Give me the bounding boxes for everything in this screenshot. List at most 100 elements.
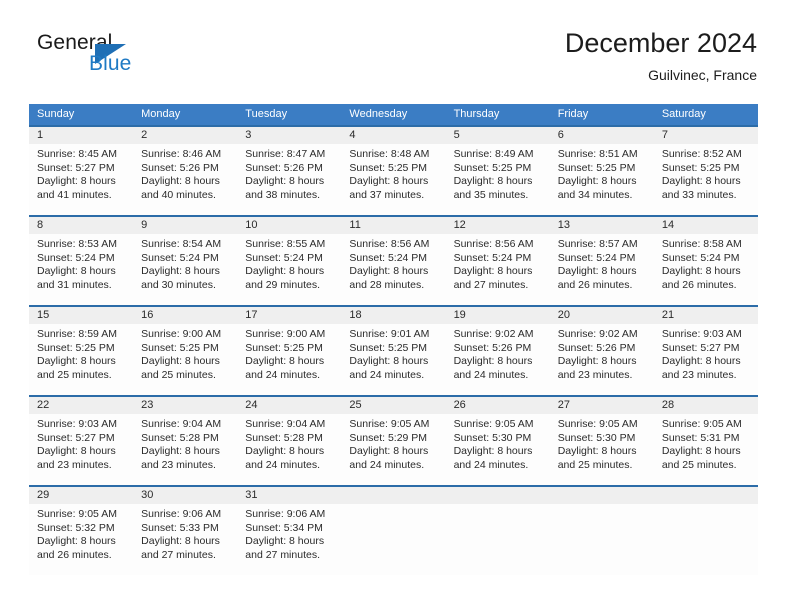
- sunrise-text: Sunrise: 9:04 AM: [245, 418, 326, 430]
- day-cell[interactable]: Sunrise: 9:05 AM Sunset: 5:29 PM Daylight:…: [341, 414, 445, 485]
- daylight-line1-text: Daylight: 8 hours: [245, 175, 325, 188]
- day-cell[interactable]: Sunrise: 9:02 AM Sunset: 5:26 PM Daylight:…: [446, 324, 550, 395]
- day-cell[interactable]: Sunrise: 8:59 AM Sunset: 5:25 PM Daylight:…: [29, 324, 133, 395]
- logo-text-blue: Blue: [89, 52, 132, 75]
- day-number[interactable]: 23: [133, 397, 237, 414]
- day-number[interactable]: 29: [29, 487, 133, 504]
- daylight-line1-text: Daylight: 8 hours: [245, 355, 325, 368]
- day-number[interactable]: 5: [446, 127, 550, 144]
- day-cell[interactable]: Sunrise: 8:53 AM Sunset: 5:24 PM Daylight:…: [29, 234, 133, 305]
- week-date-band: 15 16 17 18 19 20 21: [29, 307, 758, 324]
- daylight-line1-text: Daylight: 8 hours: [37, 355, 116, 368]
- day-number[interactable]: 11: [341, 217, 445, 234]
- day-cell[interactable]: Sunrise: 8:56 AM Sunset: 5:24 PM Daylight:…: [446, 234, 550, 305]
- day-cell[interactable]: Sunrise: 9:00 AM Sunset: 5:25 PM Daylight:…: [237, 324, 341, 395]
- daylight-line1-text: Daylight: 8 hours: [453, 355, 533, 368]
- day-cell[interactable]: Sunrise: 9:06 AM Sunset: 5:34 PM Daylight:…: [237, 504, 341, 575]
- day-number[interactable]: 31: [237, 487, 341, 504]
- day-cell[interactable]: Sunrise: 8:46 AM Sunset: 5:26 PM Daylight:…: [133, 144, 237, 215]
- day-number[interactable]: 22: [29, 397, 133, 414]
- day-cell[interactable]: Sunrise: 8:58 AM Sunset: 5:24 PM Daylight:…: [654, 234, 758, 305]
- day-number[interactable]: 8: [29, 217, 133, 234]
- day-cell[interactable]: Sunrise: 8:45 AM Sunset: 5:27 PM Daylight:…: [29, 144, 133, 215]
- day-number[interactable]: 9: [133, 217, 237, 234]
- day-number[interactable]: 20: [550, 307, 654, 324]
- day-cell[interactable]: Sunrise: 8:55 AM Sunset: 5:24 PM Daylight:…: [237, 234, 341, 305]
- daylight-line2-text: and 25 minutes.: [37, 368, 112, 381]
- day-of-week-header-row: Sunday Monday Tuesday Wednesday Thursday Frid…: [29, 104, 758, 125]
- day-number[interactable]: 13: [550, 217, 654, 234]
- day-cell[interactable]: Sunrise: 8:48 AM Sunset: 5:25 PM Daylight:…: [341, 144, 445, 215]
- day-cell[interactable]: Sunrise: 8:54 AM Sunset: 5:24 PM Daylight:…: [133, 234, 237, 305]
- day-cell[interactable]: Sunrise: 8:51 AM Sunset: 5:25 PM Daylight:…: [550, 144, 654, 215]
- day-number[interactable]: 6: [550, 127, 654, 144]
- day-number[interactable]: 18: [341, 307, 445, 324]
- week-detail-band: Sunrise: 8:53 AM Sunset: 5:24 PM Daylight:…: [29, 234, 758, 305]
- day-cell[interactable]: Sunrise: 9:00 AM Sunset: 5:25 PM Daylight:…: [133, 324, 237, 395]
- day-number[interactable]: 28: [654, 397, 758, 414]
- day-cell[interactable]: Sunrise: 9:03 AM Sunset: 5:27 PM Daylight:…: [654, 324, 758, 395]
- day-number[interactable]: 25: [341, 397, 445, 414]
- day-cell[interactable]: Sunrise: 9:04 AM Sunset: 5:28 PM Daylight:…: [237, 414, 341, 485]
- day-of-week-header-saturday: Saturday: [661, 108, 706, 120]
- day-number[interactable]: 2: [133, 127, 237, 144]
- day-cell[interactable]: Sunrise: 9:05 AM Sunset: 5:30 PM Daylight:…: [446, 414, 550, 485]
- day-number[interactable]: 12: [446, 217, 550, 234]
- day-cell[interactable]: Sunrise: 8:47 AM Sunset: 5:26 PM Daylight:…: [237, 144, 341, 215]
- sunrise-text: Sunrise: 9:03 AM: [37, 418, 117, 430]
- day-number[interactable]: 26: [446, 397, 550, 414]
- page-header: General Blue December 2024 Guilvinec, Fr…: [29, 28, 757, 96]
- day-cell[interactable]: Sunrise: 8:56 AM Sunset: 5:24 PM Daylight:…: [341, 234, 445, 305]
- day-cell[interactable]: Sunrise: 9:04 AM Sunset: 5:28 PM Daylight:…: [133, 414, 237, 485]
- sunrise-text: Sunrise: 9:06 AM: [245, 508, 326, 520]
- daylight-line2-text: and 25 minutes.: [141, 368, 216, 381]
- daylight-line1-text: Daylight: 8 hours: [245, 265, 325, 278]
- day-cell[interactable]: Sunrise: 9:05 AM Sunset: 5:32 PM Daylight:…: [29, 504, 133, 575]
- day-number[interactable]: 21: [654, 307, 758, 324]
- daylight-line1-text: Daylight: 8 hours: [661, 265, 741, 278]
- day-number[interactable]: 27: [550, 397, 654, 414]
- day-number[interactable]: 30: [133, 487, 237, 504]
- day-cell[interactable]: Sunrise: 9:03 AM Sunset: 5:27 PM Daylight:…: [29, 414, 133, 485]
- day-number[interactable]: 10: [237, 217, 341, 234]
- day-number[interactable]: 16: [133, 307, 237, 324]
- day-number[interactable]: 3: [237, 127, 341, 144]
- day-cell[interactable]: Sunrise: 9:01 AM Sunset: 5:25 PM Daylight:…: [341, 324, 445, 395]
- sunset-text: Sunset: 5:25 PM: [245, 341, 323, 354]
- daylight-line1-text: Daylight: 8 hours: [661, 355, 741, 368]
- day-number[interactable]: 24: [237, 397, 341, 414]
- day-number[interactable]: 4: [341, 127, 445, 144]
- daylight-line1-text: Daylight: 8 hours: [37, 535, 116, 548]
- daylight-line2-text: and 26 minutes.: [557, 278, 633, 291]
- day-number[interactable]: 15: [29, 307, 133, 324]
- day-cell-empty: [446, 504, 550, 575]
- day-cell[interactable]: Sunrise: 9:05 AM Sunset: 5:31 PM Daylight:…: [654, 414, 758, 485]
- daylight-line1-text: Daylight: 8 hours: [557, 265, 637, 278]
- sunrise-text: Sunrise: 8:56 AM: [453, 238, 534, 250]
- daylight-line1-text: Daylight: 8 hours: [245, 445, 325, 458]
- day-number[interactable]: 1: [29, 127, 133, 144]
- daylight-line2-text: and 24 minutes.: [453, 368, 529, 381]
- daylight-line2-text: and 24 minutes.: [349, 458, 425, 471]
- sunrise-text: Sunrise: 9:05 AM: [661, 418, 742, 430]
- day-number[interactable]: 14: [654, 217, 758, 234]
- day-cell[interactable]: Sunrise: 8:52 AM Sunset: 5:25 PM Daylight:…: [654, 144, 758, 215]
- calendar-week-row: 1 2 3 4 5 6 7 Sunrise: 8:45 AM Sunset: 5:27 PM Da…: [29, 125, 758, 215]
- day-cell[interactable]: Sunrise: 8:49 AM Sunset: 5:25 PM Daylight:…: [446, 144, 550, 215]
- sunrise-text: Sunrise: 9:06 AM: [141, 508, 222, 520]
- general-blue-logo[interactable]: General Blue: [29, 32, 259, 90]
- day-cell[interactable]: Sunrise: 9:06 AM Sunset: 5:33 PM Daylight:…: [133, 504, 237, 575]
- sunset-text: Sunset: 5:25 PM: [37, 341, 115, 354]
- day-number[interactable]: 19: [446, 307, 550, 324]
- day-number[interactable]: 17: [237, 307, 341, 324]
- day-of-week-header-friday: Friday: [557, 108, 589, 120]
- daylight-line1-text: Daylight: 8 hours: [453, 445, 533, 458]
- sunrise-text: Sunrise: 8:47 AM: [245, 148, 326, 160]
- week-detail-band: Sunrise: 8:59 AM Sunset: 5:25 PM Daylight:…: [29, 324, 758, 395]
- day-cell[interactable]: Sunrise: 9:02 AM Sunset: 5:26 PM Daylight:…: [550, 324, 654, 395]
- day-number[interactable]: 7: [654, 127, 758, 144]
- day-cell-empty: [341, 504, 445, 575]
- day-cell[interactable]: Sunrise: 9:05 AM Sunset: 5:30 PM Daylight:…: [550, 414, 654, 485]
- sunset-text: Sunset: 5:24 PM: [453, 251, 532, 264]
- day-cell[interactable]: Sunrise: 8:57 AM Sunset: 5:24 PM Daylight:…: [550, 234, 654, 305]
